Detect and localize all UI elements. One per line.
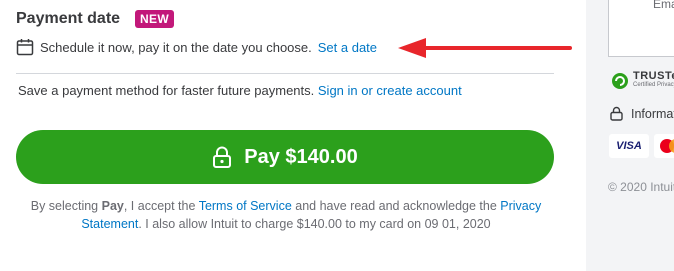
red-arrow-annotation (398, 38, 572, 58)
mastercard-logo (654, 134, 674, 158)
legal-part: . I also allow Intuit to charge $140.00 … (138, 217, 491, 231)
legal-pay-word: Pay (101, 199, 124, 213)
calendar-icon (16, 39, 34, 56)
save-method-row: Save a payment method for faster future … (18, 83, 462, 98)
truste-badge[interactable]: TRUSTe Certified Privacy (611, 70, 674, 90)
mastercard-icon (660, 139, 674, 153)
schedule-text: Schedule it now, pay it on the date you … (40, 39, 312, 55)
sign-in-link[interactable]: Sign in or create account (318, 83, 462, 98)
save-method-text: Save a payment method for faster future … (18, 83, 315, 98)
information-row: Information (610, 106, 674, 121)
sidebar-card: Email (608, 0, 674, 57)
truste-label: TRUSTe (633, 70, 674, 82)
pay-button[interactable]: Pay $140.00 (16, 130, 554, 184)
new-badge: NEW (135, 10, 174, 28)
schedule-row: Schedule it now, pay it on the date you … (16, 37, 377, 57)
payment-date-title: Payment date (16, 10, 121, 27)
legal-part: By selecting (30, 199, 102, 213)
legal-text: By selecting Pay, I accept the Terms of … (16, 197, 556, 233)
terms-of-service-link[interactable]: Terms of Service (199, 199, 292, 213)
payment-date-header: Payment date NEW (16, 9, 174, 29)
lock-icon (213, 146, 232, 168)
sidebar-card-text: Email (653, 0, 674, 11)
pay-button-label: Pay $140.00 (244, 145, 358, 168)
legal-part: , I accept the (123, 199, 199, 213)
sidebar: Email TRUSTe Certified Privacy Informati… (586, 0, 674, 271)
copyright-text: © 2020 Intuit (608, 180, 674, 194)
truste-sub-label: Certified Privacy (633, 82, 674, 88)
lock-icon (610, 106, 623, 121)
information-text: Information (631, 106, 674, 121)
legal-part: and have read and acknowledge the (291, 199, 501, 213)
payment-panel: Payment date NEW Schedule it now, pay it… (0, 0, 586, 271)
set-date-link[interactable]: Set a date (318, 40, 377, 55)
visa-logo: VISA (609, 134, 649, 158)
divider (16, 73, 554, 74)
truste-logo-icon (612, 73, 628, 89)
